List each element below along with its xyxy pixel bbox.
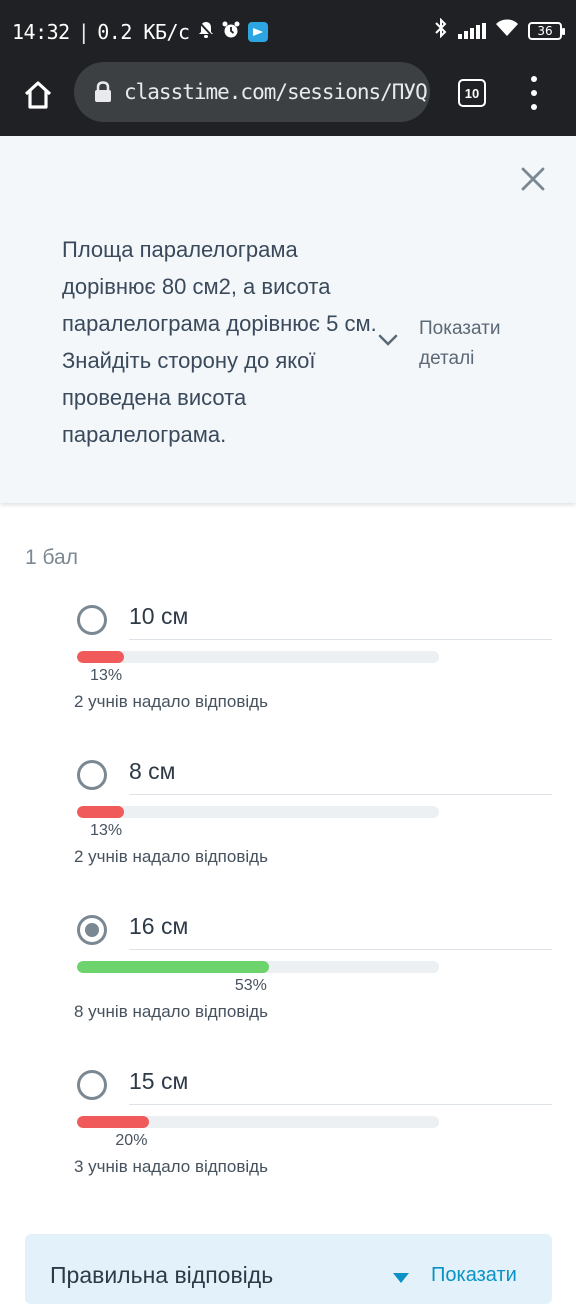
- response-count: 8 учнів надало відповідь: [74, 1002, 268, 1021]
- wifi-icon: [496, 19, 518, 42]
- radio-button[interactable]: [77, 760, 107, 790]
- progress-track: [77, 961, 439, 973]
- correct-answer-panel[interactable]: Правильна відповідь Показати: [25, 1234, 552, 1304]
- lock-icon: [94, 81, 112, 103]
- url-text: classtime.com/sessions/ПУQ: [124, 80, 428, 104]
- option-label: 15 см: [129, 1068, 552, 1105]
- radio-button[interactable]: [77, 1070, 107, 1100]
- response-count: 2 учнів надало відповідь: [74, 692, 268, 711]
- home-icon: [24, 81, 52, 109]
- option-label: 10 см: [129, 603, 552, 640]
- close-button[interactable]: [516, 162, 550, 196]
- chevron-down-icon[interactable]: [376, 332, 400, 348]
- progress-track: [77, 651, 439, 663]
- network-speed: 0.2 КБ/с: [97, 20, 190, 44]
- progress-track: [77, 1116, 439, 1128]
- response-count: 2 учнів надало відповідь: [74, 847, 268, 866]
- percent-label: 53%: [234, 977, 267, 994]
- radio-button[interactable]: [77, 915, 107, 945]
- status-separator: |: [77, 20, 90, 44]
- option-label: 8 см: [129, 758, 552, 795]
- progress-fill: [77, 806, 125, 818]
- percent-label: 13%: [90, 822, 123, 839]
- close-icon: [521, 167, 545, 191]
- tabs-button[interactable]: 10: [458, 79, 486, 107]
- show-correct-answer-link[interactable]: Показати: [431, 1264, 517, 1287]
- progress-track: [77, 806, 439, 818]
- browser-toolbar: classtime.com/sessions/ПУQ 10: [0, 62, 576, 136]
- percent-label: 20%: [115, 1132, 148, 1149]
- menu-icon-dot: [531, 76, 537, 82]
- answer-option[interactable]: 8 см 13% 2 учнів надало відповідь: [0, 758, 576, 890]
- question-text: Площа паралелограма дорівнює 80 см2, а в…: [62, 237, 377, 447]
- menu-icon-dot: [531, 90, 537, 96]
- correct-answer-title: Правильна відповідь: [50, 1262, 274, 1288]
- signal-icon: [458, 22, 486, 39]
- home-button[interactable]: [18, 75, 58, 115]
- caret-down-icon[interactable]: [393, 1270, 409, 1283]
- answer-option[interactable]: 16 см 53% 8 учнів надало відповідь: [0, 913, 576, 1045]
- progress-fill: [77, 961, 269, 973]
- status-time: 14:32: [12, 20, 70, 44]
- question-card: Площа паралелограма дорівнює 80 см2, а в…: [0, 136, 576, 503]
- progress-fill: [77, 1116, 150, 1128]
- alarm-icon: [222, 21, 240, 43]
- option-label: 16 см: [129, 913, 552, 950]
- menu-icon-dot: [531, 104, 537, 110]
- battery-icon: 36: [528, 21, 565, 40]
- answer-option[interactable]: 15 см 20% 3 учнів надало відповідь: [0, 1068, 576, 1200]
- status-bar: 14:32 | 0.2 КБ/с 36: [0, 0, 576, 62]
- points-label: 1 бал: [25, 546, 78, 569]
- bell-off-icon: [197, 21, 214, 43]
- bluetooth-icon: [434, 17, 448, 43]
- status-left: 14:32 | 0.2 КБ/с: [12, 20, 268, 44]
- menu-button[interactable]: [522, 76, 546, 110]
- progress-fill: [77, 651, 125, 663]
- percent-label: 13%: [90, 667, 123, 684]
- show-details-link[interactable]: Показати деталі: [419, 314, 539, 374]
- address-bar[interactable]: classtime.com/sessions/ПУQ: [74, 62, 430, 122]
- response-count: 3 учнів надало відповідь: [74, 1157, 268, 1176]
- radio-button[interactable]: [77, 605, 107, 635]
- answer-option[interactable]: 10 см 13% 2 учнів надало відповідь: [0, 603, 576, 735]
- status-right: 36: [434, 17, 565, 43]
- telegram-icon: [247, 22, 268, 42]
